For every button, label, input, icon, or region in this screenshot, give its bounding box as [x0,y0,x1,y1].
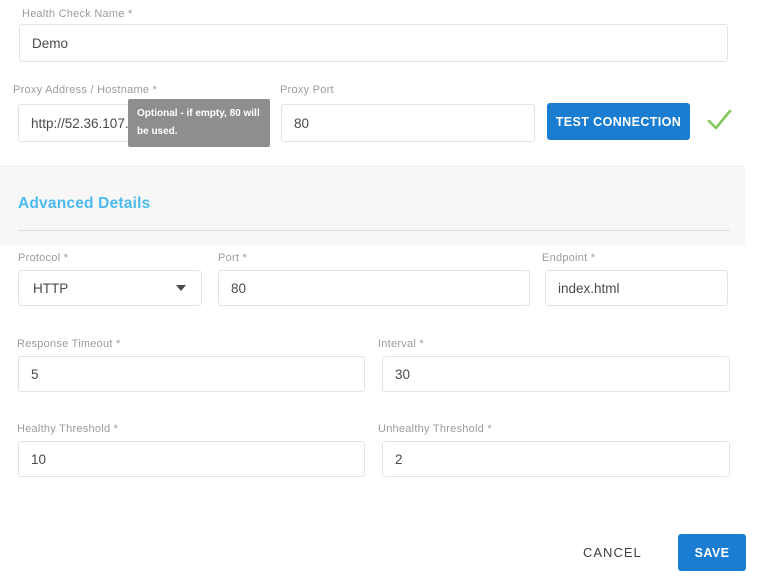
health-check-name-input[interactable] [19,24,728,62]
proxy-port-tooltip: Optional - if empty, 80 will be used. [128,99,270,147]
interval-input[interactable] [382,356,730,392]
unhealthy-threshold-input[interactable] [382,441,730,477]
port-label: Port * [218,252,247,264]
section-divider [18,230,730,231]
unhealthy-threshold-label: Unhealthy Threshold * [378,423,492,435]
cancel-button[interactable]: CANCEL [583,545,642,560]
protocol-selected-value: HTTP [33,281,68,296]
interval-label: Interval * [378,338,424,350]
protocol-label: Protocol * [18,252,68,264]
endpoint-input[interactable] [545,270,728,306]
proxy-address-label: Proxy Address / Hostname * [13,84,157,96]
save-button[interactable]: SAVE [678,534,746,571]
healthy-threshold-input[interactable] [18,441,365,477]
endpoint-label: Endpoint * [542,252,595,264]
proxy-port-input[interactable] [281,104,535,142]
protocol-select[interactable]: HTTP [18,270,202,306]
health-check-form: Health Check Name * Proxy Address / Host… [0,0,768,580]
caret-down-icon [176,285,186,291]
health-check-name-label: Health Check Name * [22,8,133,20]
response-timeout-input[interactable] [18,356,365,392]
check-icon [703,106,735,134]
port-input[interactable] [218,270,530,306]
advanced-details-title: Advanced Details [18,195,150,213]
healthy-threshold-label: Healthy Threshold * [17,423,118,435]
response-timeout-label: Response Timeout * [17,338,121,350]
test-connection-button[interactable]: TEST CONNECTION [547,103,690,140]
proxy-port-label: Proxy Port [280,84,334,96]
